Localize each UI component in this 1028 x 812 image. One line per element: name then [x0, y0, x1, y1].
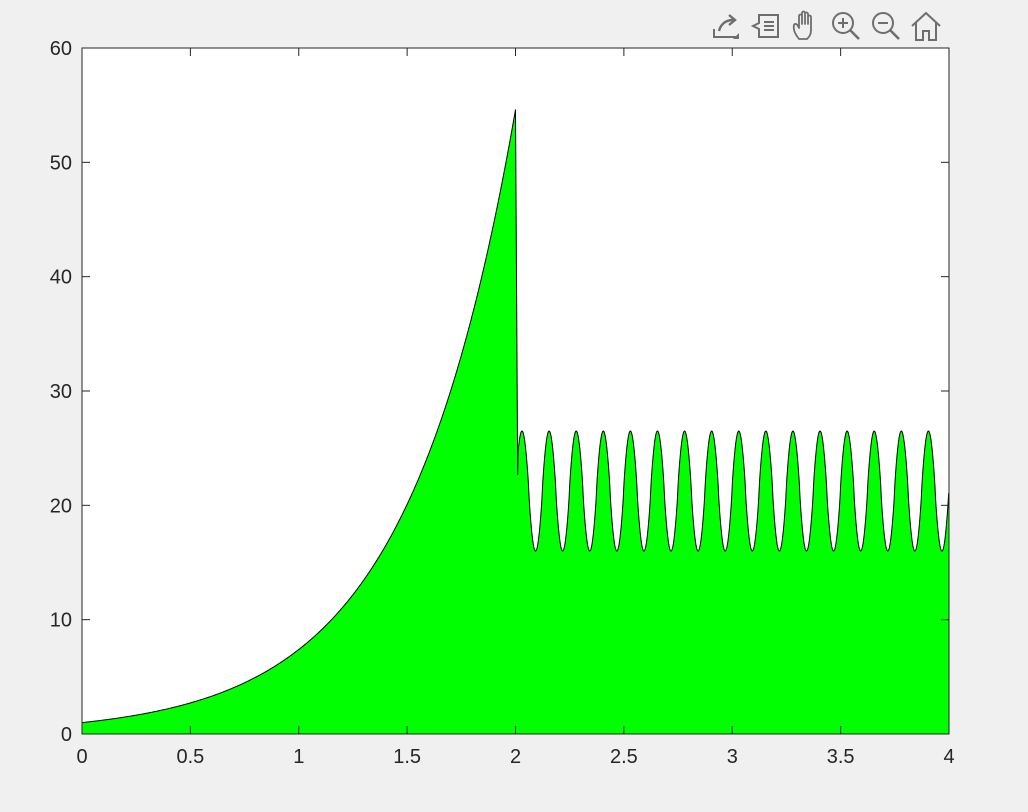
x-tick-label: 0.5 [176, 746, 204, 768]
y-tick-label: 10 [50, 610, 72, 632]
x-tick-label: 2.5 [610, 746, 638, 768]
y-tick-label: 20 [50, 495, 72, 517]
x-tick-label: 2 [510, 746, 521, 768]
chart-plot: 0 0.5 1 1.5 2 2.5 3 3.5 40102030405060 [50, 38, 955, 768]
x-tick-label: 4 [943, 746, 954, 768]
y-tick-label: 40 [50, 267, 72, 289]
x-tick-label: 1.5 [393, 746, 421, 768]
y-tick-label: 60 [50, 38, 72, 60]
y-tick-label: 50 [50, 152, 72, 174]
y-tick-label: 0 [61, 724, 72, 746]
x-tick-label: 0 [76, 746, 87, 768]
y-tick-label: 30 [50, 381, 72, 403]
x-tick-label: 3 [727, 746, 738, 768]
x-tick-label: 1 [293, 746, 304, 768]
figure-window: 0 0.5 1 1.5 2 2.5 3 3.5 4 0 10 20 30 40 50 60 [0, 0, 1028, 812]
x-tick-label: 3.5 [827, 746, 855, 768]
